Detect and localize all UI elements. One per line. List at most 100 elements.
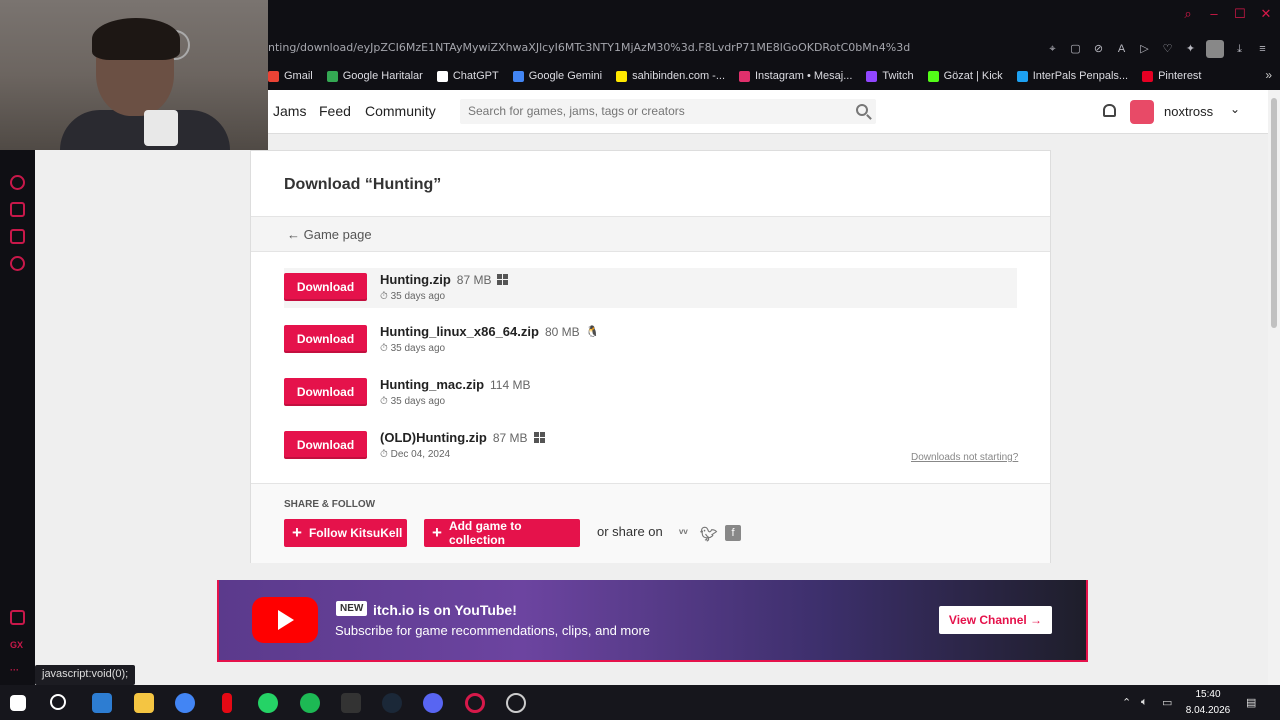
upload-row: Download Hunting_linux_x86_64.zip 80 MB … — [284, 320, 1017, 360]
view-channel-button[interactable]: View Channel → — [939, 606, 1052, 634]
heart-icon[interactable]: ♡ — [1160, 42, 1175, 57]
notifications-icon[interactable]: ▤ — [1246, 696, 1256, 709]
user-name[interactable]: noxtross — [1164, 104, 1213, 119]
more-icon[interactable]: ··· — [10, 665, 19, 675]
profile-avatar[interactable] — [1206, 40, 1224, 58]
instagram-icon — [739, 70, 750, 82]
bookmark-gmail[interactable]: Gmail — [268, 70, 313, 82]
chevron-down-icon[interactable]: ⌄ — [1230, 102, 1240, 116]
close-icon[interactable]: ✕ — [1258, 6, 1274, 22]
card-header: Download “Hunting” — [251, 151, 1050, 217]
chevron-right-icon[interactable]: » — [1265, 68, 1272, 82]
store-icon[interactable] — [92, 693, 112, 713]
file-size: 87 MB — [456, 272, 492, 287]
twitter-icon[interactable]: 🐦︎ — [700, 526, 718, 543]
taskbar-date[interactable]: 8.04.2026 — [1182, 705, 1234, 716]
upload-row: Download Hunting.zip 87 MB ⏱ 35 days ago — [284, 268, 1017, 308]
downloads-not-starting-link[interactable]: Downloads not starting? — [911, 452, 1018, 463]
nav-community[interactable]: Community — [365, 103, 436, 119]
avatar[interactable] — [1130, 100, 1154, 124]
add-to-collection-button[interactable]: + Add game to collection — [424, 519, 580, 547]
extensions-icon[interactable]: ✦ — [1183, 42, 1198, 57]
page-scrollbar[interactable] — [1268, 90, 1280, 685]
bell-icon[interactable] — [1103, 104, 1116, 117]
bluesky-icon[interactable]: ᵛᵛ — [679, 526, 688, 540]
whatsapp-icon[interactable] — [258, 693, 278, 713]
file-date: ⏱ Dec 04, 2024 — [380, 449, 451, 460]
nav-feed[interactable]: Feed — [319, 103, 351, 119]
download-button[interactable]: Download — [284, 273, 367, 301]
history-icon[interactable] — [10, 175, 25, 190]
facebook-icon[interactable]: f — [725, 525, 741, 541]
spotify-icon[interactable] — [300, 693, 320, 713]
bookmark-instagram[interactable]: Instagram • Mesaj... — [739, 70, 852, 82]
bookmark-pinterest[interactable]: Pinterest — [1142, 70, 1202, 82]
windows-icon — [497, 274, 509, 285]
linux-icon: 🐧 — [585, 326, 600, 338]
twitch-icon — [866, 70, 878, 82]
download-button[interactable]: Download — [284, 325, 367, 353]
download-button[interactable]: Download — [284, 378, 367, 406]
extensions-sidebar-icon[interactable] — [10, 229, 25, 244]
bookmark-google-maps[interactable]: Google Haritalar — [326, 70, 423, 82]
minimize-icon[interactable]: – — [1206, 6, 1222, 22]
steam-icon[interactable] — [382, 693, 402, 713]
youtube-banner[interactable]: NEW itch.io is on YouTube! Subscribe for… — [217, 580, 1088, 662]
search-icon[interactable] — [856, 104, 868, 116]
search-box[interactable] — [460, 99, 876, 124]
volume-icon[interactable]: 🔈︎ — [1141, 696, 1148, 709]
tray-chevron-up-icon[interactable]: ⌃ — [1122, 696, 1131, 709]
nav-jams[interactable]: Jams — [273, 103, 306, 119]
file-name: Hunting_linux_x86_64.zip — [380, 324, 539, 339]
pin-icon[interactable]: ⌖ — [1045, 42, 1060, 57]
file-name: (OLD)Hunting.zip — [380, 430, 487, 445]
discord-icon[interactable] — [423, 693, 443, 713]
bookmark-interpals[interactable]: InterPals Penpals... — [1016, 70, 1128, 82]
adblock-icon[interactable]: ⊘ — [1091, 42, 1106, 57]
search-icon[interactable]: ⌕ — [1180, 6, 1196, 22]
file-date: ⏱ 35 days ago — [380, 343, 446, 354]
bookmark-kick[interactable]: Gözat | Kick — [927, 70, 1003, 82]
network-icon[interactable]: ▭ — [1162, 696, 1172, 709]
maximize-icon[interactable]: ☐ — [1232, 6, 1248, 22]
netflix-icon[interactable] — [222, 693, 232, 713]
bookmark-twitch[interactable]: Twitch — [866, 70, 914, 82]
url-text[interactable]: nting/download/eyJpZCI6MzE1NTAyMywiZXhwa… — [268, 41, 910, 54]
taskbar-time[interactable]: 15:40 — [1188, 689, 1228, 700]
file-name: Hunting.zip — [380, 272, 451, 287]
bookmark-chatgpt[interactable]: ChatGPT — [436, 70, 499, 82]
file-size: 114 MB — [490, 377, 531, 392]
chrome-icon[interactable] — [175, 693, 195, 713]
settings-icon[interactable] — [10, 256, 25, 271]
opera-gx-icon[interactable] — [465, 693, 485, 713]
gmail-icon — [268, 70, 279, 82]
new-badge: NEW — [336, 601, 368, 616]
search-taskbar-icon[interactable] — [50, 694, 66, 710]
bookmark-sahibinden[interactable]: sahibinden.com -... — [616, 70, 725, 82]
windows-start-icon[interactable] — [10, 695, 26, 711]
search-input[interactable] — [468, 104, 848, 118]
obs-icon[interactable] — [506, 693, 526, 713]
bookmark-gemini[interactable]: Google Gemini — [512, 70, 602, 82]
download-button[interactable]: Download — [284, 431, 367, 459]
gx-icon[interactable]: GX — [10, 640, 23, 650]
epic-games-icon[interactable] — [341, 693, 361, 713]
share-heading: SHARE & FOLLOW — [284, 499, 376, 510]
game-page-link[interactable]: ← Game page — [287, 227, 372, 242]
page-title: Download “Hunting” — [284, 176, 442, 193]
menu-icon[interactable]: ≡ — [1255, 42, 1270, 57]
downloads-icon[interactable] — [10, 202, 25, 217]
pinterest-icon — [1142, 70, 1154, 82]
webcam-person-hair — [92, 18, 180, 60]
follow-button[interactable]: + Follow KitsuKell — [284, 519, 407, 547]
translate-icon[interactable]: A — [1114, 42, 1129, 57]
scrollbar-thumb[interactable] — [1271, 98, 1277, 328]
kick-icon — [927, 70, 939, 82]
file-explorer-icon[interactable] — [134, 693, 154, 713]
screen: ⌕ – ☐ ✕ nting/download/eyJpZCI6MzE1NTAyM… — [0, 0, 1280, 720]
download-icon[interactable]: ⤓ — [1232, 42, 1247, 57]
webcam-cup — [144, 110, 178, 146]
wallet-icon[interactable] — [10, 610, 25, 625]
snapshot-icon[interactable]: ▢ — [1068, 42, 1083, 57]
play-icon[interactable]: ▷ — [1137, 42, 1152, 57]
